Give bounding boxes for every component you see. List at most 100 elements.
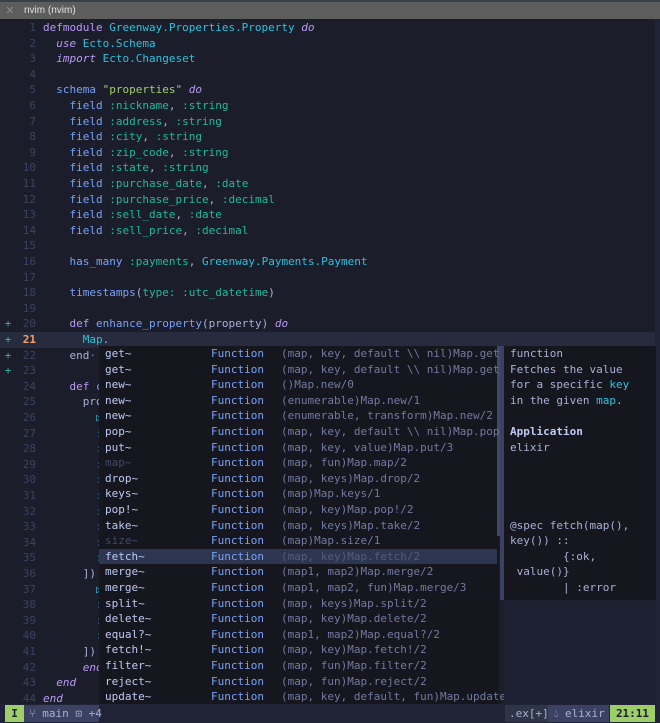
token-fn: field	[69, 223, 110, 237]
completion-abbr: split~	[105, 596, 145, 610]
line-number: 34	[22, 535, 36, 549]
completion-item[interactable]: get~ Function (map, key, default \\ nil)Ma…	[99, 346, 513, 362]
completion-item[interactable]: take~ Function (map, keys)Map.take/2	[99, 518, 497, 534]
completion-item[interactable]: fetch!~ Function (map, key)Map.fetch!/2	[99, 642, 497, 658]
completion-item[interactable]: fetch~ Function (map, key)Map.fetch/2	[99, 548, 497, 565]
completion-kind: Function	[211, 549, 264, 563]
line-number: 27	[22, 426, 36, 440]
code-line[interactable]: 14 field :sell_price, :decimal	[0, 223, 655, 239]
completion-item[interactable]: size~ Function (map)Map.size/1	[99, 533, 497, 549]
completion-abbr: drop~	[105, 471, 139, 485]
token-kw: defmodule	[43, 21, 110, 34]
code-text: :	[43, 535, 103, 551]
code-line[interactable]: 10 field :state, :string	[0, 160, 655, 176]
diff-count: +4	[88, 707, 102, 720]
code-text: has_many :payments, Greenway.Payments.Pa…	[43, 254, 368, 270]
code-line[interactable]: 19	[0, 301, 655, 317]
completion-abbr: get~	[105, 347, 132, 360]
completion-item[interactable]: merge~ Function (map1, map2)Map.merge/2	[99, 564, 497, 580]
code-text: field :sell_date, :date	[43, 207, 222, 223]
line-number: 29	[22, 457, 36, 471]
code-text: def c	[43, 379, 103, 395]
line-number: 31	[22, 489, 36, 502]
code-text: field :zip_code, :string	[43, 145, 229, 161]
completion-item[interactable]: map~ Function (map, fun)Map.map/2	[99, 455, 497, 471]
completion-item[interactable]: keys~ Function (map)Map.keys/1	[99, 486, 497, 502]
completion-kind: Function	[211, 612, 264, 626]
code-line[interactable]: 1 defmodule Greenway.Properties.Property …	[0, 20, 655, 36]
token-atom: :purchase_date	[109, 177, 202, 190]
completion-item[interactable]: split~ Function (map, keys)Map.split/2	[99, 596, 497, 612]
code-line[interactable]: 6 field :nickname, :string	[0, 98, 655, 114]
code-line[interactable]: 7 field :address, :string	[0, 114, 655, 130]
code-line[interactable]: 8 field :city, :string	[0, 129, 655, 145]
token-fn: has_many	[69, 255, 130, 268]
completion-menu[interactable]: get~ Function (map, key, default \\ nil)Ma…	[99, 346, 519, 723]
code-line[interactable]: 9 field :zip_code, :string	[0, 145, 655, 161]
code-line[interactable]: 3 import Ecto.Changeset	[0, 51, 655, 67]
completion-item[interactable]: reject~ Function (map, fun)Map.reject/2	[99, 674, 497, 690]
completion-abbr: size~	[105, 534, 139, 548]
completion-kind: Function	[211, 565, 264, 579]
git-added-sign: +	[4, 317, 12, 331]
completion-item[interactable]: update~ Function (map, key, default, fun)M…	[99, 689, 519, 705]
completion-item[interactable]: drop~ Function (map, keys)Map.drop/2	[99, 471, 497, 487]
code-line[interactable]: 5 schema "properties" do	[0, 82, 655, 98]
completion-kind: Function	[211, 471, 264, 485]
code-line[interactable]: 2 use Ecto.Schema	[0, 36, 655, 52]
completion-abbr: put~	[105, 440, 132, 454]
completion-item[interactable]: new~ Function (enumerable, transform)Map.n…	[99, 408, 497, 424]
close-icon[interactable]: ✕	[0, 4, 20, 17]
completion-item[interactable]: new~ Function (enumerable)Map.new/1	[99, 393, 497, 409]
code-text: import Ecto.Changeset	[43, 51, 195, 67]
completion-item[interactable]: merge~ Function (map1, map2, fun)Map.merge…	[99, 580, 497, 596]
git-branch: ⑂ main ⊡ +4	[24, 705, 102, 722]
branch-name: main	[42, 707, 69, 720]
token-fn: field	[69, 177, 110, 190]
completion-item[interactable]: filter~ Function (map, fun)Map.filter/2	[99, 658, 497, 674]
token-punc: ,	[182, 223, 196, 237]
doc-border	[656, 346, 660, 600]
completion-signature: ()Map.new/0	[281, 378, 354, 392]
line-number: 24	[22, 379, 36, 393]
completion-item[interactable]: put~ Function (map, key, value)Map.put/3	[99, 440, 497, 456]
completion-item[interactable]: delete~ Function (map, key)Map.delete/2	[99, 611, 497, 627]
completion-item[interactable]: new~ Function ()Map.new/0	[99, 377, 497, 393]
documentation-window: function Fetches the value for a specifi…	[504, 346, 656, 600]
code-line[interactable]: 18 timestamps(type: :utc_datetime)	[0, 285, 655, 301]
code-line[interactable]: 17	[0, 270, 655, 286]
filetype: 💧︎ elixir	[548, 705, 609, 722]
code-line[interactable]: 12 field :purchase_price, :decimal	[0, 192, 655, 208]
completion-signature: (enumerable)Map.new/1	[281, 393, 421, 407]
doc-section-value: elixir	[510, 440, 550, 454]
token-atom: :string	[162, 161, 209, 175]
line-number: 35	[22, 551, 36, 565]
code-line[interactable]: 11 field :purchase_date, :date	[0, 176, 655, 192]
completion-item[interactable]: pop~ Function (map, key, default \\ nil)Ma…	[99, 424, 513, 440]
completion-signature: (map, keys)Map.split/2	[281, 596, 427, 610]
code-line[interactable]: 15	[0, 238, 655, 254]
completion-item[interactable]: equal?~ Function (map1, map2)Map.equal?/2	[99, 627, 497, 643]
token-atom: :purchase_price	[109, 192, 209, 206]
code-line[interactable]: 16 has_many :payments, Greenway.Payments…	[0, 254, 655, 270]
code-line[interactable]: +20 def enhance_property(property) do	[0, 316, 655, 332]
completion-kind: Function	[211, 659, 264, 672]
token-punc: ])	[82, 567, 96, 580]
doc-desc-line: in the given map.	[510, 393, 623, 409]
completion-item[interactable]: pop!~ Function (map, key)Map.pop!/2	[99, 502, 497, 518]
line-number: 42	[22, 660, 36, 674]
code-line[interactable]: 4	[0, 67, 655, 83]
code-text: field :purchase_price, :decimal	[43, 192, 275, 208]
token-atom: :string	[182, 99, 229, 112]
code-text: :	[43, 519, 103, 535]
completion-item[interactable]: get~ Function (map, key, default \\ nil)Ma…	[99, 362, 513, 378]
token-atom: :string	[155, 130, 202, 144]
code-line[interactable]: 13 field :sell_date, :date	[0, 207, 655, 223]
